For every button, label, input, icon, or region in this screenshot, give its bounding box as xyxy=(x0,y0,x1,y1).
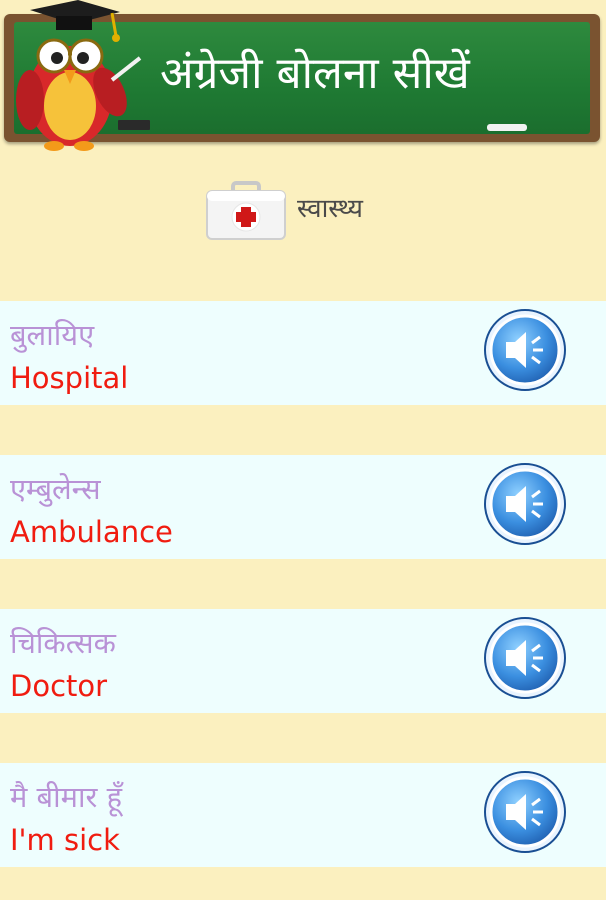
category-header: स्वास्थ्य xyxy=(0,175,606,245)
phrase-hindi: चिकित्सक xyxy=(10,626,116,660)
speaker-icon[interactable] xyxy=(482,615,568,701)
phrase-row-doctor: चिकित्सक Doctor xyxy=(0,609,606,713)
speaker-icon[interactable] xyxy=(482,307,568,393)
first-aid-kit-icon xyxy=(206,181,286,240)
app-title: अंग्रेजी बोलना सीखें xyxy=(160,48,470,99)
phrase-english: I'm sick xyxy=(10,823,120,857)
phrase-english: Hospital xyxy=(10,361,129,395)
phrase-hindi: मै बीमार हूँ xyxy=(10,780,122,814)
phrase-hindi: बुलायिए xyxy=(10,318,95,352)
app-header: अंग्रेजी बोलना सीखें xyxy=(0,0,606,151)
phrase-row-sick: मै बीमार हूँ I'm sick xyxy=(0,763,606,867)
phrase-row-hospital: बुलायिए Hospital xyxy=(0,301,606,405)
phrase-hindi: एम्बुलेन्स xyxy=(10,472,101,506)
speaker-icon[interactable] xyxy=(482,461,568,547)
owl-mascot-icon xyxy=(16,0,142,151)
category-label: स्वास्थ्य xyxy=(297,194,364,224)
speaker-icon[interactable] xyxy=(482,769,568,855)
phrase-english: Ambulance xyxy=(10,515,173,549)
phrase-english: Doctor xyxy=(10,669,108,703)
chalk-icon xyxy=(487,124,527,131)
phrase-row-ambulance: एम्बुलेन्स Ambulance xyxy=(0,455,606,559)
